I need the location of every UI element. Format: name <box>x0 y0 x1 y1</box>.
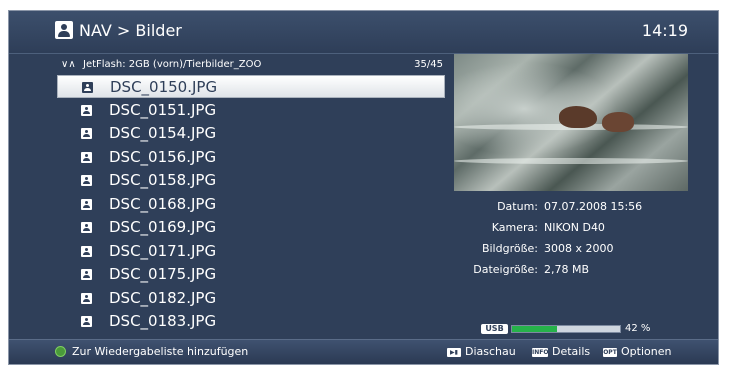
picture-icon <box>55 21 73 39</box>
file-name: DSC_0169.JPG <box>109 218 217 236</box>
detail-camera: Kamera: NIKON D40 <box>454 218 704 239</box>
detail-value: 07.07.2008 15:56 <box>544 200 643 213</box>
opt-key-icon[interactable]: OPT <box>603 348 617 357</box>
file-name: DSC_0182.JPG <box>109 289 217 307</box>
detail-label: Bildgröße: <box>481 242 538 255</box>
picture-file-icon <box>81 316 92 327</box>
add-to-playlist-hint[interactable]: Zur Wiedergabeliste hinzufügen <box>72 340 248 364</box>
preview-water-highlight <box>454 158 688 164</box>
list-item[interactable]: DSC_0168.JPG <box>57 193 445 216</box>
detail-label: Datum: <box>497 200 538 213</box>
detail-value: 2,78 MB <box>544 263 590 276</box>
detail-image-size: Bildgröße: 3008 x 2000 <box>454 239 704 260</box>
detail-value: NIKON D40 <box>544 221 605 234</box>
list-item[interactable]: DSC_0156.JPG <box>57 146 445 169</box>
header-bar: NAV > Bilder 14:19 <box>9 11 718 54</box>
picture-file-icon <box>81 222 92 233</box>
file-name: DSC_0154.JPG <box>109 124 217 142</box>
path-row: ∨∧ JetFlash: 2GB (vorn)/Tierbilder_ZOO 3… <box>57 58 449 72</box>
file-name: DSC_0175.JPG <box>109 265 217 283</box>
file-name: DSC_0168.JPG <box>109 195 217 213</box>
info-key-icon[interactable]: INFO <box>532 348 548 357</box>
picture-file-icon <box>81 105 92 116</box>
image-details: Datum: 07.07.2008 15:56 Kamera: NIKON D4… <box>454 197 704 281</box>
file-counter: 35/45 <box>414 59 443 70</box>
detail-file-size: Dateigröße: 2,78 MB <box>454 260 704 281</box>
storage-usage-fill <box>512 326 558 332</box>
detail-date: Datum: 07.07.2008 15:56 <box>454 197 704 218</box>
green-button-icon[interactable] <box>55 346 66 357</box>
preview-animal <box>602 112 634 132</box>
picture-file-icon <box>81 175 92 186</box>
picture-file-icon <box>81 269 92 280</box>
file-name: DSC_0150.JPG <box>110 78 218 96</box>
list-item[interactable]: DSC_0169.JPG <box>57 216 445 239</box>
picture-file-icon <box>81 199 92 210</box>
list-item[interactable]: DSC_0175.JPG <box>57 263 445 286</box>
preview-animal <box>559 106 597 128</box>
list-item[interactable]: DSC_0150.JPG <box>57 75 445 98</box>
detail-label: Kamera: <box>491 221 538 234</box>
storage-indicator: USB 42 % <box>481 322 711 336</box>
clock: 14:19 <box>641 21 688 40</box>
list-item[interactable]: DSC_0183.JPG <box>57 310 445 333</box>
list-item[interactable]: DSC_0158.JPG <box>57 169 445 192</box>
picture-file-icon <box>81 152 92 163</box>
footer-bar: Zur Wiedergabeliste hinzufügen ▶▮ Diasch… <box>9 339 718 364</box>
file-name: DSC_0156.JPG <box>109 148 217 166</box>
list-item[interactable]: DSC_0171.JPG <box>57 240 445 263</box>
storage-usage-bar <box>511 325 621 333</box>
file-list-panel: ∨∧ JetFlash: 2GB (vorn)/Tierbilder_ZOO 3… <box>57 58 449 346</box>
play-key-icon[interactable]: ▶▮ <box>447 348 461 357</box>
file-name: DSC_0158.JPG <box>109 171 217 189</box>
picture-file-icon <box>82 82 93 93</box>
options-label[interactable]: Optionen <box>621 340 671 364</box>
scroll-arrows-icon[interactable]: ∨∧ <box>61 58 76 72</box>
folder-path: JetFlash: 2GB (vorn)/Tierbilder_ZOO <box>83 59 262 70</box>
file-name: DSC_0171.JPG <box>109 242 217 260</box>
list-item[interactable]: DSC_0182.JPG <box>57 287 445 310</box>
detail-value: 3008 x 2000 <box>544 242 614 255</box>
file-name: DSC_0151.JPG <box>109 101 217 119</box>
detail-label: Dateigröße: <box>473 263 538 276</box>
storage-percent: 42 % <box>625 323 651 334</box>
picture-file-icon <box>81 128 92 139</box>
slideshow-label[interactable]: Diaschau <box>465 340 516 364</box>
list-item[interactable]: DSC_0154.JPG <box>57 122 445 145</box>
file-name: DSC_0183.JPG <box>109 312 217 330</box>
details-label[interactable]: Details <box>552 340 590 364</box>
usb-icon: USB <box>481 324 508 334</box>
media-browser-screen: NAV > Bilder 14:19 ∨∧ JetFlash: 2GB (vor… <box>8 10 719 365</box>
page-title: NAV > Bilder <box>79 21 182 40</box>
picture-file-icon <box>81 293 92 304</box>
picture-file-icon <box>81 246 92 257</box>
image-preview <box>454 54 688 191</box>
list-item[interactable]: DSC_0151.JPG <box>57 99 445 122</box>
